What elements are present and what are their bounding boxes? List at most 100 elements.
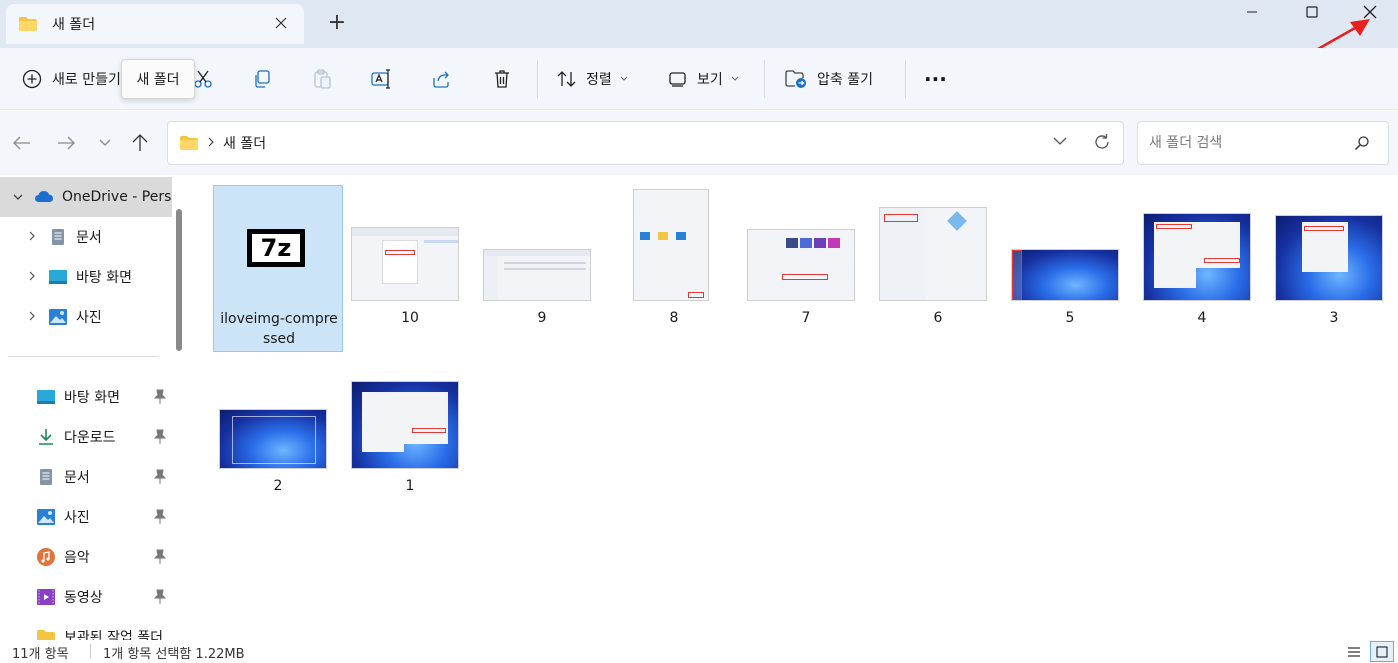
search-box[interactable]	[1137, 121, 1389, 165]
delete-icon	[495, 70, 509, 88]
back-button[interactable]	[10, 131, 34, 155]
recent-locations-button[interactable]	[93, 131, 117, 155]
forward-button[interactable]	[54, 131, 78, 155]
file-item[interactable]: 5	[1005, 185, 1135, 350]
folder-icon	[180, 136, 198, 150]
breadcrumb-current[interactable]: 새 폴더	[223, 133, 266, 153]
file-name: 6	[933, 310, 943, 326]
quick-access-videos[interactable]: 동영상	[30, 577, 172, 617]
sidebar-item-label: 동영상	[64, 590, 103, 606]
copy-icon	[255, 70, 270, 88]
file-item[interactable]: 9	[477, 185, 607, 350]
rename-button[interactable]	[371, 62, 393, 96]
pin-icon[interactable]	[154, 589, 166, 605]
file-name: 9	[537, 310, 547, 326]
chevron-right-icon[interactable]	[22, 310, 42, 324]
status-bar: 11개 항목 1개 항목 선택함 1.22MB	[0, 640, 1398, 663]
image-thumbnail	[1011, 249, 1119, 301]
image-thumbnail	[483, 249, 591, 301]
desktop-icon	[49, 270, 67, 284]
file-name-line2: ssed	[262, 331, 296, 347]
sidebar-item-label: 문서	[64, 470, 90, 486]
search-input[interactable]	[1149, 135, 1339, 151]
search-icon	[1354, 136, 1369, 151]
sidebar-item-pictures[interactable]: 사진	[14, 297, 186, 337]
refresh-button[interactable]	[1093, 133, 1111, 155]
file-list: 7z iloveimg-compre ssed 10 9 8 7 6 5 4 3…	[190, 175, 1398, 640]
chevron-down-icon	[99, 139, 111, 146]
pin-icon[interactable]	[154, 429, 166, 445]
image-thumbnail	[219, 409, 327, 469]
sidebar-item-label: 보관된 작업 폴더	[64, 630, 164, 640]
chevron-right-icon[interactable]	[22, 230, 42, 244]
sidebar-scrollbar[interactable]	[176, 209, 182, 351]
new-tab-button[interactable]: +	[326, 12, 348, 34]
delete-button[interactable]	[492, 62, 512, 96]
pin-icon[interactable]	[154, 509, 166, 525]
file-item[interactable]: 3	[1269, 185, 1398, 350]
file-name: 1	[405, 478, 415, 494]
quick-access-downloads[interactable]: 다운로드	[30, 417, 172, 457]
item-count: 11개 항목	[12, 647, 69, 662]
large-icons-view-button[interactable]	[1370, 641, 1394, 662]
quick-access-folder[interactable]: 보관된 작업 폴더	[30, 617, 172, 640]
pin-icon[interactable]	[154, 549, 166, 565]
more-icon: ···	[924, 67, 947, 91]
extract-all-label: 압축 풀기	[817, 72, 873, 88]
sidebar-item-label: 음악	[64, 550, 90, 566]
new-button[interactable]: 새로 만들기	[22, 62, 121, 96]
pin-icon[interactable]	[154, 469, 166, 485]
image-thumbnail	[633, 189, 709, 301]
paste-icon	[314, 69, 331, 89]
address-bar[interactable]: 새 폴더	[167, 121, 1124, 165]
navigation-pane: OneDrive - Pers 문서 바탕 화면 사진 바탕 화면 다운로드 문…	[0, 175, 190, 640]
chevron-right-icon	[208, 135, 214, 151]
tab-current[interactable]: 새 폴더	[6, 4, 304, 44]
extract-all-button[interactable]: 압축 풀기	[785, 62, 873, 96]
share-icon	[433, 71, 449, 88]
folder-icon	[19, 17, 37, 31]
selection-info: 1개 항목 선택함 1.22MB	[103, 647, 245, 662]
new-button-label: 새로 만들기	[52, 72, 121, 88]
quick-access-desktop[interactable]: 바탕 화면	[30, 377, 172, 417]
quick-access-documents[interactable]: 문서	[30, 457, 172, 497]
file-item[interactable]: 7	[741, 185, 871, 350]
status-divider	[90, 644, 91, 659]
document-icon	[40, 469, 52, 485]
sort-button[interactable]: 정렬	[556, 62, 628, 96]
file-item[interactable]: 1	[345, 353, 475, 518]
chevron-down-icon	[620, 76, 628, 81]
sidebar-item-desktop[interactable]: 바탕 화면	[14, 257, 186, 297]
pin-icon[interactable]	[154, 389, 166, 405]
refresh-icon	[1095, 134, 1109, 149]
paste-button[interactable]	[312, 62, 332, 96]
file-item-archive[interactable]: 7z iloveimg-compre ssed	[213, 185, 343, 352]
share-button[interactable]	[431, 62, 451, 96]
more-options-button[interactable]: ···	[924, 62, 947, 96]
address-dropdown-button[interactable]	[1053, 134, 1067, 150]
sidebar-item-documents[interactable]: 문서	[14, 217, 186, 257]
file-item[interactable]: 8	[609, 185, 739, 350]
details-view-button[interactable]	[1342, 641, 1366, 662]
file-item[interactable]: 4	[1137, 185, 1267, 350]
chevron-right-icon[interactable]	[22, 270, 42, 284]
chevron-down-icon[interactable]	[8, 190, 28, 204]
file-item[interactable]: 2	[213, 353, 343, 518]
quick-access-pictures[interactable]: 사진	[30, 497, 172, 537]
image-thumbnail	[351, 381, 459, 469]
image-thumbnail	[747, 229, 855, 301]
sidebar-divider	[8, 356, 159, 357]
file-name: 2	[273, 478, 283, 494]
up-button[interactable]	[128, 131, 152, 155]
archive-badge: 7z	[252, 234, 300, 262]
quick-access-music[interactable]: 음악	[30, 537, 172, 577]
file-name: 4	[1197, 310, 1207, 326]
close-icon[interactable]	[272, 14, 290, 32]
cut-button[interactable]	[193, 62, 213, 96]
sidebar-item-onedrive[interactable]: OneDrive - Pers	[0, 177, 172, 217]
copy-button[interactable]	[252, 62, 272, 96]
sidebar-item-label: 사진	[76, 310, 102, 326]
file-item[interactable]: 10	[345, 185, 475, 350]
view-button[interactable]: 보기	[668, 62, 739, 96]
file-item[interactable]: 6	[873, 185, 1003, 350]
